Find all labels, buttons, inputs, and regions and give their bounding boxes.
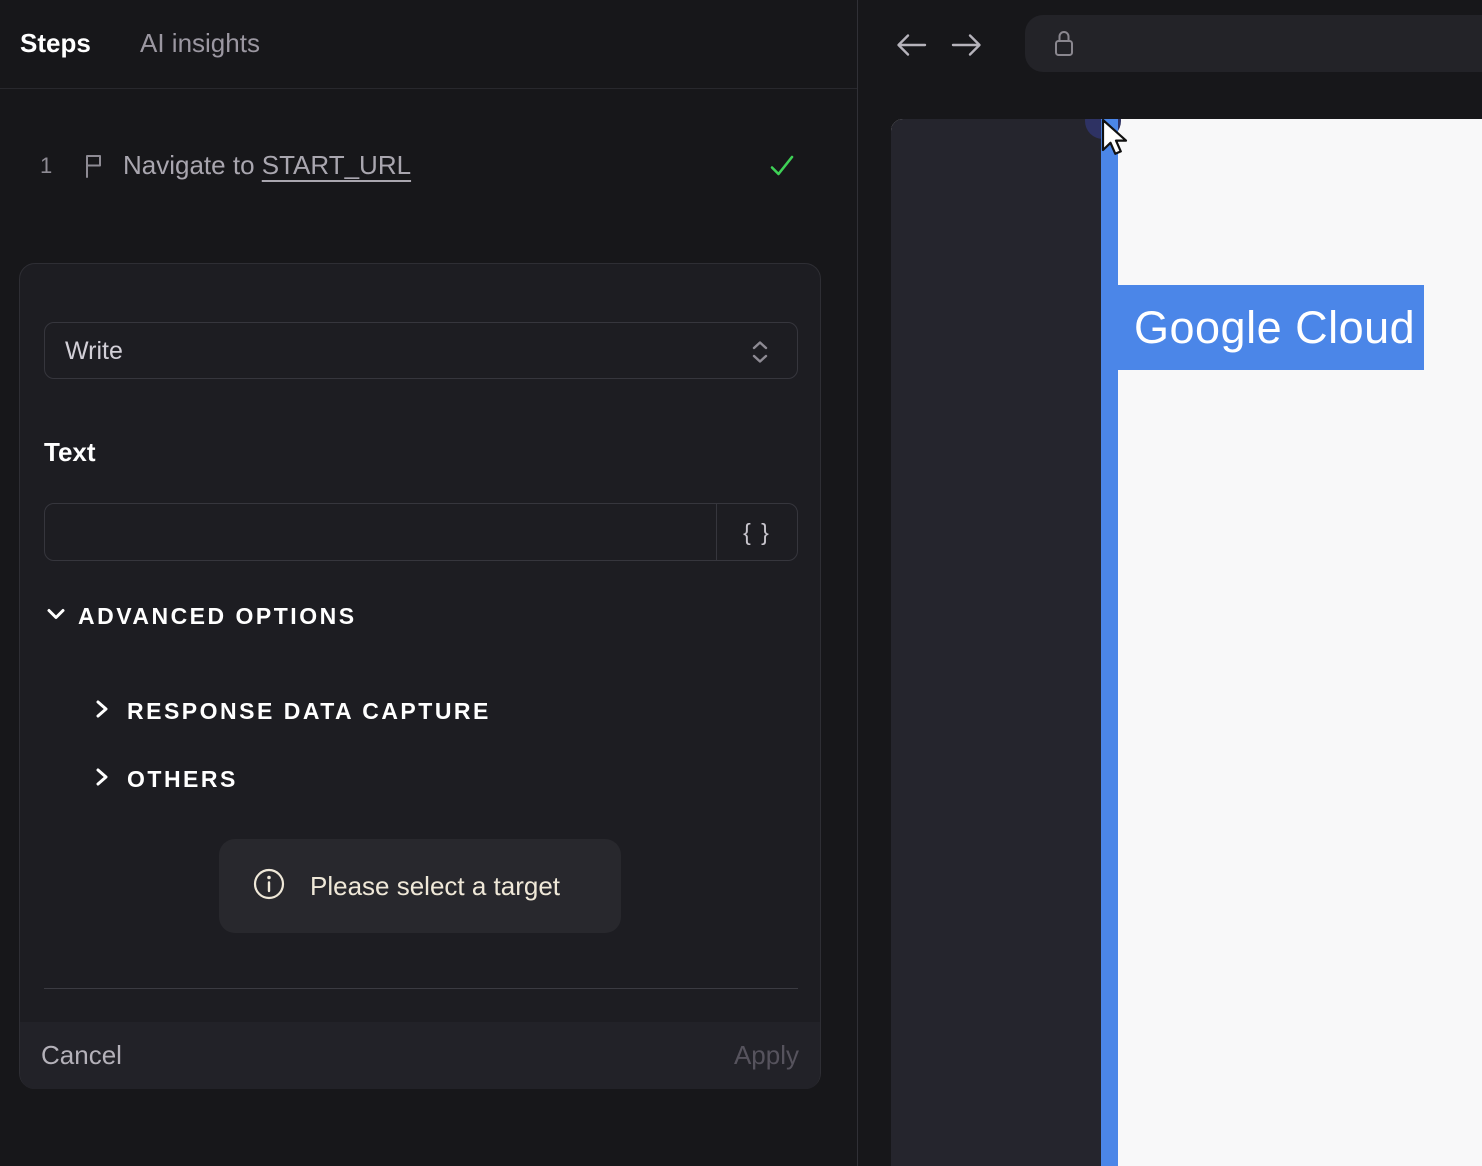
response-data-capture-toggle[interactable]: RESPONSE DATA CAPTURE bbox=[91, 697, 491, 726]
others-toggle[interactable]: OTHERS bbox=[91, 765, 238, 794]
page-viewport[interactable]: Google Cloud bbox=[891, 119, 1482, 1166]
info-icon bbox=[252, 867, 286, 906]
editor-footer: Cancel Apply bbox=[20, 1022, 820, 1089]
insert-token-button[interactable]: { } bbox=[716, 504, 797, 560]
select-target-notice: Please select a target bbox=[219, 839, 621, 933]
select-updown-chevrons-icon bbox=[745, 336, 775, 373]
step-number: 1 bbox=[40, 153, 53, 178]
arrow-right-icon bbox=[951, 34, 981, 56]
step-success-check-icon bbox=[766, 150, 798, 187]
select-target-notice-text: Please select a target bbox=[310, 870, 561, 901]
step-target-link[interactable]: START_URL bbox=[262, 150, 411, 180]
panel-tabs: Steps AI insights bbox=[0, 0, 857, 88]
text-field-label: Text bbox=[44, 437, 96, 467]
action-select[interactable]: Write bbox=[44, 322, 798, 379]
card-divider bbox=[44, 988, 798, 989]
apply-button[interactable]: Apply bbox=[734, 1040, 799, 1071]
cancel-button[interactable]: Cancel bbox=[41, 1040, 122, 1071]
step-label: Navigate to START_URL bbox=[123, 150, 411, 181]
forward-button[interactable] bbox=[948, 26, 986, 64]
step-action-text: Navigate to bbox=[123, 150, 255, 180]
text-input[interactable] bbox=[45, 504, 716, 560]
lock-icon bbox=[1050, 27, 1078, 66]
steps-panel: Steps AI insights 1 Navigate to START_UR… bbox=[0, 0, 1482, 1166]
text-input-group: { } bbox=[44, 503, 798, 561]
action-select-value: Write bbox=[65, 337, 123, 365]
others-label: OTHERS bbox=[127, 766, 238, 792]
chevron-down-icon bbox=[44, 602, 68, 631]
arrow-left-icon bbox=[897, 34, 927, 56]
step-editor-card: Write Text { } ADVANCED OPTIONS RESPONSE… bbox=[19, 263, 821, 1089]
tab-ai-insights[interactable]: AI insights bbox=[140, 28, 260, 59]
browser-panel: Google Cloud bbox=[858, 0, 1482, 1166]
element-highlight-bar bbox=[1101, 119, 1118, 1166]
chevron-right-icon bbox=[91, 765, 113, 794]
tab-steps[interactable]: Steps bbox=[20, 28, 91, 59]
app-window: Steps AI insights 1 Navigate to START_UR… bbox=[0, 0, 1482, 1166]
advanced-options-label: ADVANCED OPTIONS bbox=[78, 603, 357, 629]
page-dark-region bbox=[891, 119, 1101, 1166]
advanced-options-toggle[interactable]: ADVANCED OPTIONS bbox=[44, 602, 357, 631]
google-cloud-logo-highlight[interactable]: Google Cloud bbox=[1117, 285, 1424, 370]
url-bar[interactable] bbox=[1025, 15, 1482, 72]
google-cloud-logo-text: Google Cloud bbox=[1134, 301, 1416, 353]
flag-icon bbox=[80, 152, 108, 185]
response-data-capture-label: RESPONSE DATA CAPTURE bbox=[127, 698, 491, 724]
back-button[interactable] bbox=[892, 26, 930, 64]
chevron-right-icon bbox=[91, 697, 113, 726]
step-row[interactable]: 1 Navigate to START_URL bbox=[0, 140, 857, 194]
